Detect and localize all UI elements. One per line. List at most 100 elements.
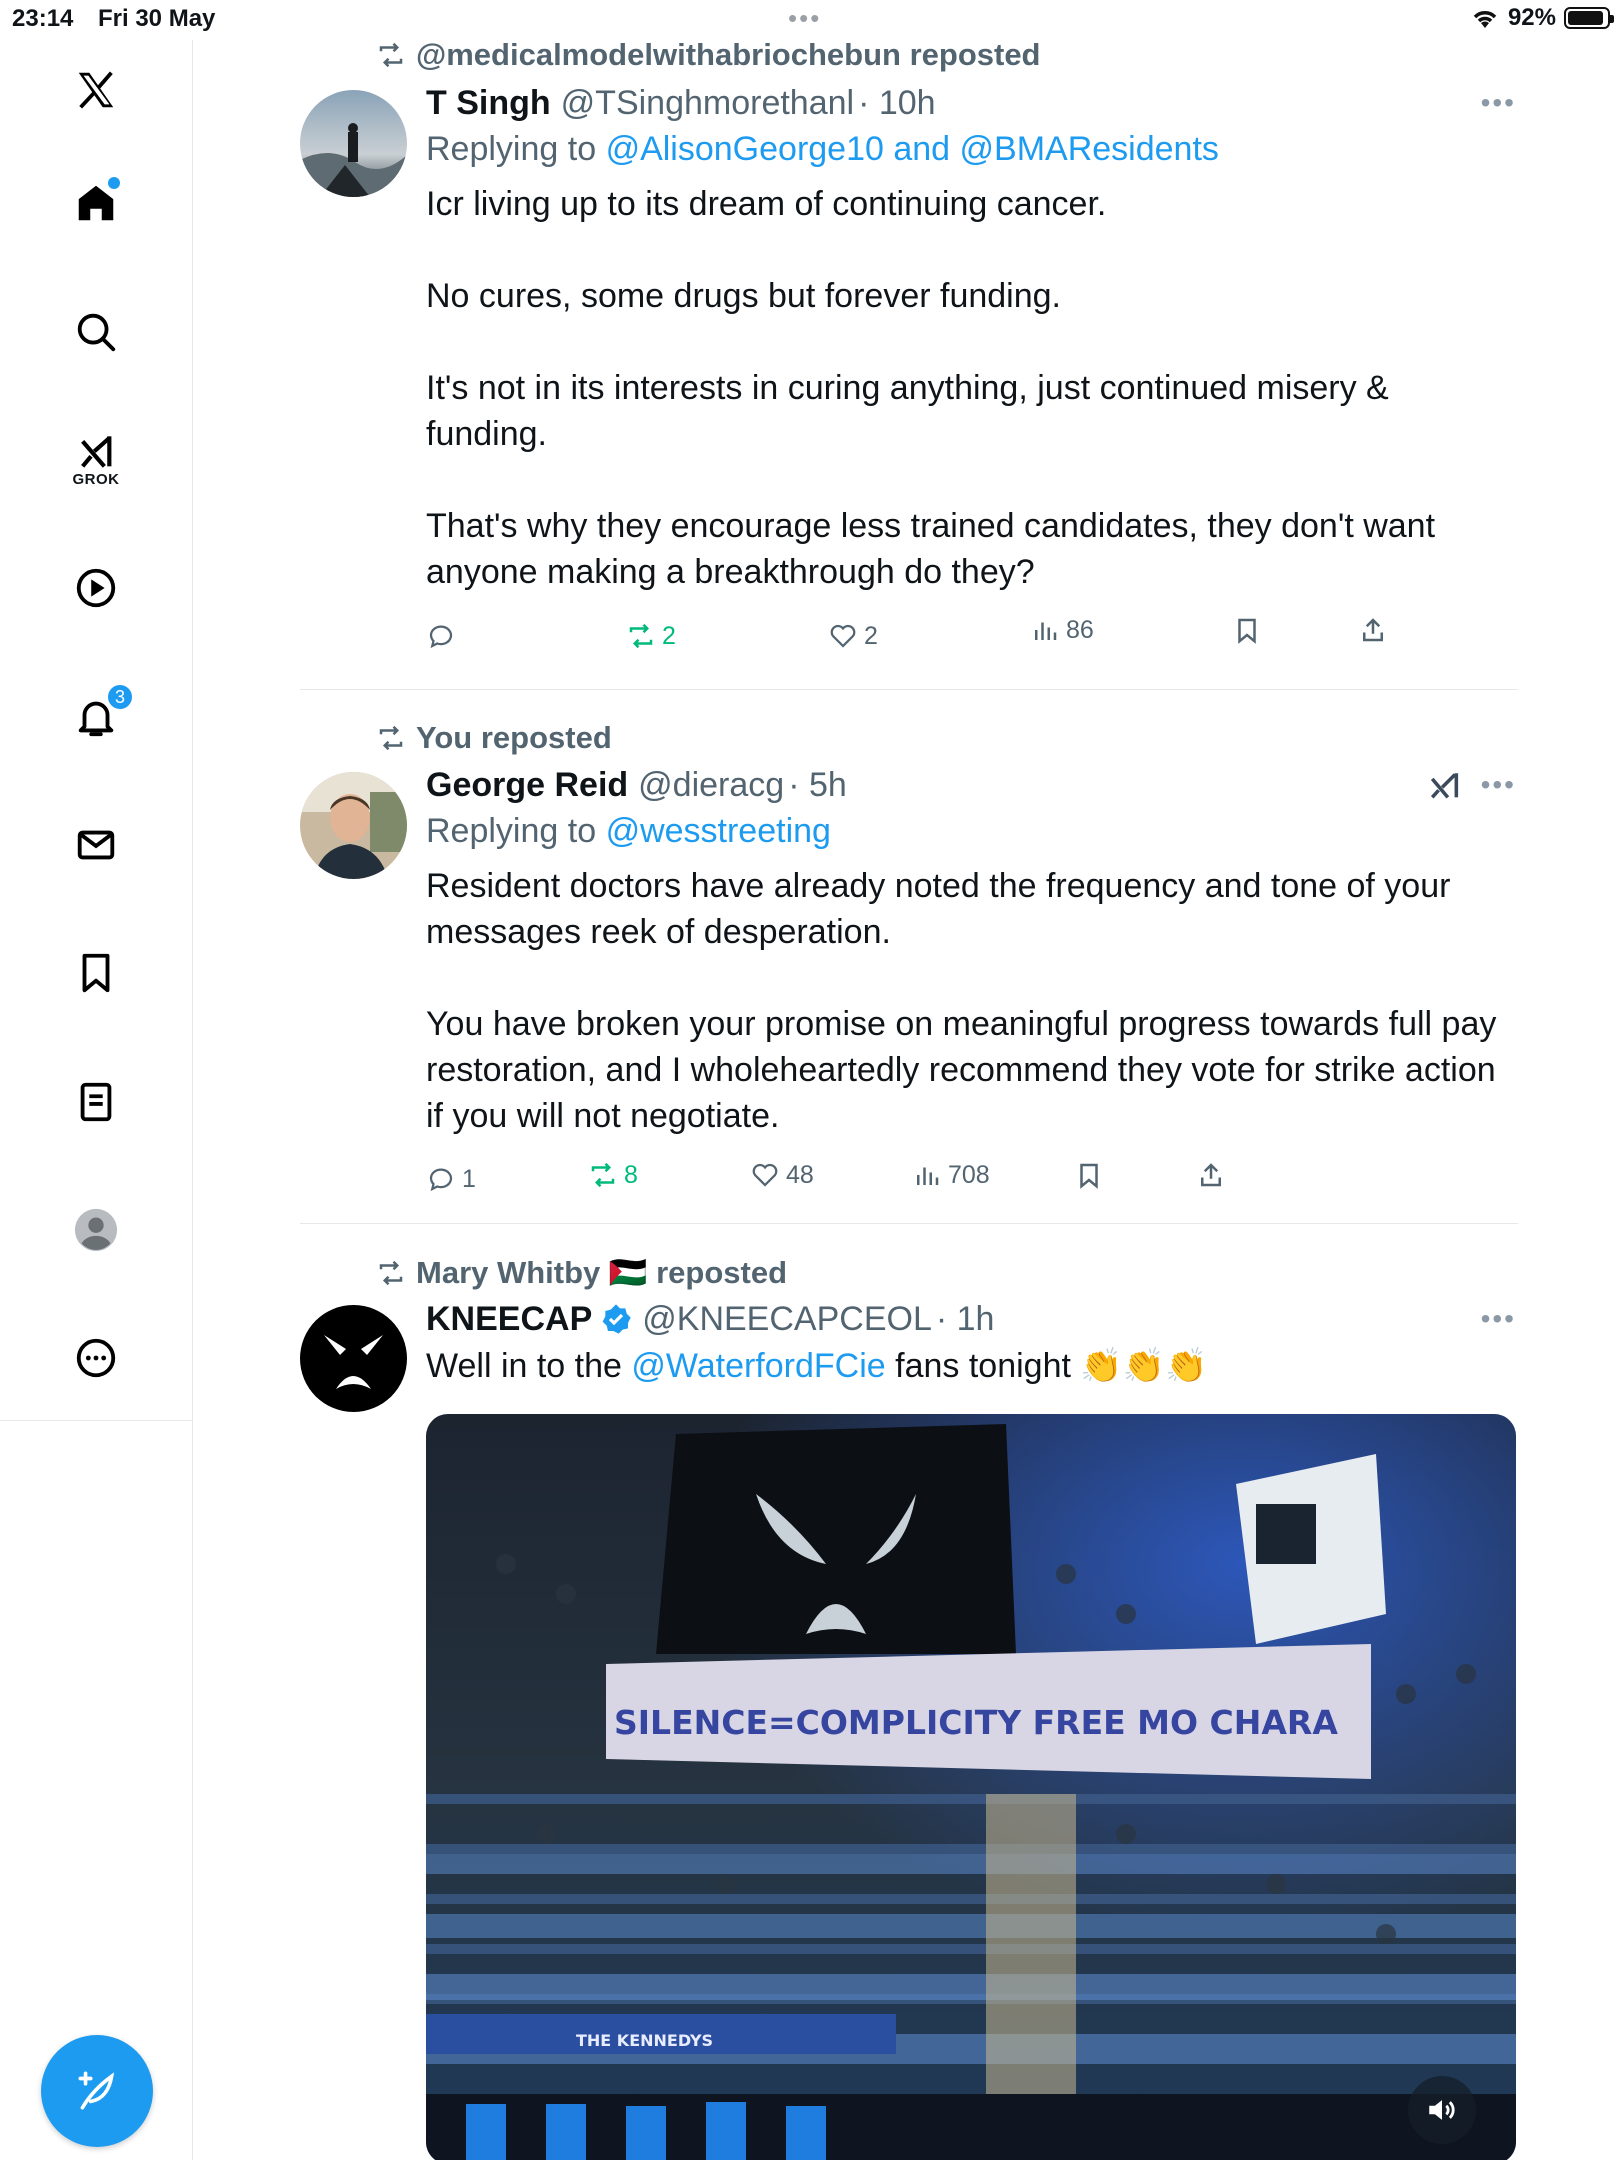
multitasking-dots-icon[interactable]: ••• xyxy=(788,5,821,31)
x-logo-icon[interactable] xyxy=(56,50,136,130)
share-icon xyxy=(1201,1163,1221,1187)
like-count: 2 xyxy=(864,621,878,650)
author-name[interactable]: T Singh xyxy=(426,81,551,125)
reply-icon xyxy=(429,625,453,649)
avatar[interactable] xyxy=(300,772,407,879)
post-text-after: fans tonight 👏👏👏 xyxy=(885,1347,1208,1385)
post-mention-link[interactable]: @WaterfordFCie xyxy=(631,1347,885,1385)
avatar[interactable] xyxy=(300,1305,407,1412)
sound-toggle-button[interactable] xyxy=(1408,2076,1476,2144)
post-text: Resident doctors have already noted the … xyxy=(426,863,1516,1139)
share-button[interactable] xyxy=(1196,1160,1226,1190)
grok-label: GROK xyxy=(72,470,120,488)
author-handle[interactable]: @KNEECAPCEOL xyxy=(642,1297,932,1341)
repost-icon xyxy=(591,1162,615,1188)
post-content: KNEECAP @KNEECAPCEOL · 1h ••• Well in to… xyxy=(426,1297,1516,1389)
repost-text: Mary Whitby 🇵🇸 reposted xyxy=(416,1255,788,1290)
author-handle[interactable]: @dieracg xyxy=(638,763,784,807)
post-header: George Reid @dieracg · 5h xyxy=(426,763,1516,807)
bookmark-button[interactable] xyxy=(1074,1160,1104,1190)
video-icon[interactable] xyxy=(56,548,136,628)
bookmark-button[interactable] xyxy=(1232,615,1262,645)
ad-board-text: THE KENNEDYS xyxy=(576,2031,713,2050)
repost-icon xyxy=(379,1260,403,1285)
more-menu-icon[interactable]: ••• xyxy=(1481,1303,1516,1335)
author-name[interactable]: George Reid xyxy=(426,763,628,807)
post-time: · 10h xyxy=(858,84,936,122)
post-actions: 1 8 48 708 xyxy=(426,1161,1426,1204)
grok-explain-icon[interactable] xyxy=(1428,769,1462,803)
like-button[interactable]: 2 xyxy=(828,621,878,651)
compose-post-button[interactable] xyxy=(41,2035,153,2147)
post-paragraph: Icr living up to its dream of continuing… xyxy=(426,185,1107,223)
compose-feather-icon xyxy=(78,2071,115,2110)
replying-to: Replying to @AlisonGeorge10 and @BMAResi… xyxy=(426,125,1516,173)
replying-mentions[interactable]: @AlisonGeorge10 and @BMAResidents xyxy=(606,130,1219,168)
repost-icon xyxy=(379,725,403,751)
replying-prefix: Replying to xyxy=(426,130,597,168)
speaker-volume-icon xyxy=(1429,2100,1455,2120)
post-content: George Reid @dieracg · 5h ••• Replying t… xyxy=(426,763,1516,1139)
lists-icon[interactable] xyxy=(56,1062,136,1142)
more-options-icon[interactable] xyxy=(56,1318,136,1398)
replying-prefix: Replying to xyxy=(426,812,597,850)
repost-icon xyxy=(379,42,403,68)
sidebar-divider xyxy=(0,1420,193,1421)
stadium-video-frame: SILENCE=COMPLICITY FREE MO CHARA THE KEN… xyxy=(426,1414,1516,2160)
repost-indicator: Mary Whitby 🇵🇸 reposted xyxy=(376,1254,787,1291)
heart-icon xyxy=(752,1163,778,1187)
post-header: T Singh @TSinghmorethanl · 10h xyxy=(426,81,1516,125)
repost-icon xyxy=(629,623,653,649)
post-header: KNEECAP @KNEECAPCEOL · 1h xyxy=(426,1297,1516,1341)
sidebar: GROK 3 xyxy=(0,40,193,2160)
views-chart-icon xyxy=(917,1167,939,1185)
like-button[interactable]: 48 xyxy=(750,1160,814,1190)
battery-percent: 92% xyxy=(1507,4,1556,31)
post-paragraph: That's why they encourage less trained c… xyxy=(426,507,1436,591)
messages-envelope-icon[interactable] xyxy=(56,805,136,885)
reply-button[interactable] xyxy=(426,621,462,651)
notifications-badge: 3 xyxy=(106,683,134,711)
views-button[interactable]: 708 xyxy=(912,1160,990,1190)
search-icon[interactable] xyxy=(56,292,136,372)
reply-count: 1 xyxy=(462,1164,476,1193)
share-button[interactable] xyxy=(1358,615,1388,645)
author-handle[interactable]: @TSinghmorethanl xyxy=(561,81,854,125)
profile-avatar-icon[interactable] xyxy=(56,1190,136,1270)
status-right: 92% xyxy=(1470,4,1614,32)
wifi-icon xyxy=(1473,11,1497,28)
repost-text: @medicalmodelwithabriochebun reposted xyxy=(416,37,1041,72)
post-paragraph: It's not in its interests in curing anyt… xyxy=(426,369,1389,453)
reply-button[interactable]: 1 xyxy=(426,1164,476,1194)
notifications-bell-icon[interactable]: 3 xyxy=(56,677,136,757)
post-time: · 1h xyxy=(935,1300,995,1338)
view-count: 86 xyxy=(1066,615,1094,644)
repost-indicator: @medicalmodelwithabriochebun reposted xyxy=(376,37,1041,73)
home-notification-dot xyxy=(108,177,120,189)
post-divider xyxy=(300,689,1518,690)
post-paragraph: Resident doctors have already noted the … xyxy=(426,867,1451,951)
avatar[interactable] xyxy=(300,90,407,197)
repost-button[interactable]: 8 xyxy=(588,1160,638,1190)
views-button[interactable]: 86 xyxy=(1030,615,1094,645)
bookmarks-icon[interactable] xyxy=(56,933,136,1013)
home-icon[interactable] xyxy=(56,163,136,243)
replying-to: Replying to @wesstreeting xyxy=(426,807,1516,855)
repost-button[interactable]: 2 xyxy=(626,621,676,651)
author-name[interactable]: KNEECAP xyxy=(426,1297,592,1341)
status-bar: 23:14 Fri 30 May ••• 92% xyxy=(0,0,1620,40)
post-paragraph: You have broken your promise on meaningf… xyxy=(426,1005,1497,1135)
bookmark-icon xyxy=(1080,1163,1098,1189)
more-menu-icon[interactable]: ••• xyxy=(1481,87,1516,119)
reply-icon xyxy=(429,1168,453,1192)
status-time: 23:14 xyxy=(12,5,74,32)
battery-icon xyxy=(1564,7,1614,29)
replying-mentions[interactable]: @wesstreeting xyxy=(606,812,831,850)
like-count: 48 xyxy=(786,1160,814,1189)
grok-icon[interactable]: GROK xyxy=(56,420,136,500)
post-content: T Singh @TSinghmorethanl · 10h ••• Reply… xyxy=(426,81,1516,595)
banner-text: SILENCE=COMPLICITY FREE MO CHARA xyxy=(614,1703,1338,1742)
post-text: Well in to the @WaterfordFCie fans tonig… xyxy=(426,1343,1516,1389)
more-menu-icon[interactable]: ••• xyxy=(1481,769,1516,801)
post-video[interactable]: SILENCE=COMPLICITY FREE MO CHARA THE KEN… xyxy=(426,1414,1516,2160)
